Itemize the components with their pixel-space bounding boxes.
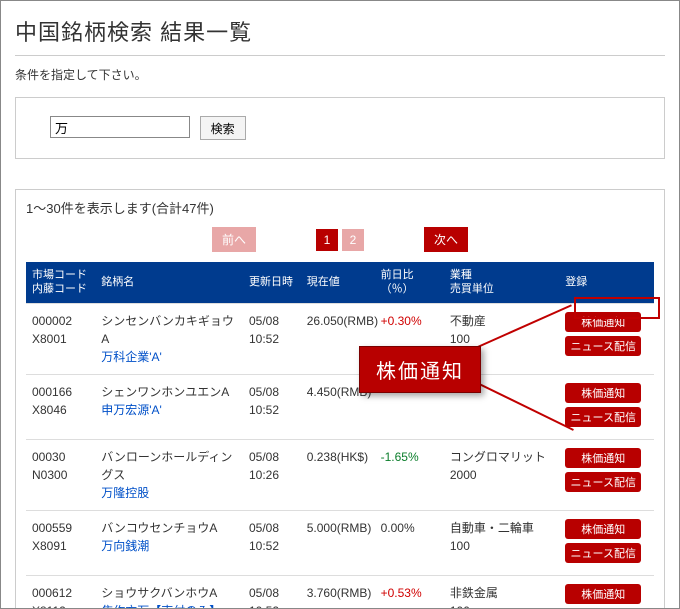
- stock-link[interactable]: 焦作方万【売付のみ】: [101, 604, 221, 609]
- cell-reg: 株価通知ニュース配信: [559, 374, 654, 439]
- table-row: 000559X8091バンコウセンチョウA万向銭潮05/08 10:525.00…: [26, 510, 654, 575]
- search-input[interactable]: [50, 116, 190, 138]
- stock-link[interactable]: 万科企業'A': [101, 350, 162, 364]
- news-alert-button[interactable]: ニュース配信: [565, 472, 641, 492]
- table-row: 000002X8001シンセンバンカキギョウA万科企業'A'05/08 10:5…: [26, 303, 654, 374]
- stock-link[interactable]: 万向銭潮: [101, 539, 149, 553]
- cell-sector: 自動車・二輪車100: [444, 510, 559, 575]
- search-panel: 検索: [15, 97, 665, 159]
- cell-code: 000612X8112: [26, 575, 95, 609]
- instruction-text: 条件を指定して下さい。: [15, 66, 665, 83]
- cell-name: ショウサクバンホウA焦作方万【売付のみ】: [95, 575, 243, 609]
- cell-code: 000559X8091: [26, 510, 95, 575]
- th-name: 銘柄名: [95, 262, 243, 303]
- th-diff: 前日比（％）: [375, 262, 444, 303]
- cell-date: 05/08 10:52: [243, 303, 301, 374]
- cell-diff: +0.30%: [375, 303, 444, 374]
- cell-price: 26.050(RMB): [301, 303, 375, 374]
- table-row: 000166X8046シェンワンホンユエンA申万宏源'A'05/08 10:52…: [26, 374, 654, 439]
- cell-code: 000166X8046: [26, 374, 95, 439]
- cell-price: 3.760(RMB): [301, 575, 375, 609]
- cell-reg: 株価通知ニュース配信: [559, 575, 654, 609]
- th-date: 更新日時: [243, 262, 301, 303]
- pager-pages: 1 2: [316, 229, 364, 251]
- cell-name: バンコウセンチョウA万向銭潮: [95, 510, 243, 575]
- cell-date: 05/08 10:52: [243, 374, 301, 439]
- cell-price: 4.450(RMB): [301, 374, 375, 439]
- price-alert-button[interactable]: 株価通知: [565, 584, 641, 604]
- cell-price: 5.000(RMB): [301, 510, 375, 575]
- th-price: 現在値: [301, 262, 375, 303]
- news-alert-button[interactable]: ニュース配信: [565, 543, 641, 563]
- th-sector: 業種 売買単位: [444, 262, 559, 303]
- results-table: 市場コード 内藤コード 銘柄名 更新日時 現在値 前日比（％） 業種 売買単位 …: [26, 262, 654, 609]
- price-alert-button[interactable]: 株価通知: [565, 312, 641, 332]
- cell-price: 0.238(HK$): [301, 439, 375, 510]
- cell-date: 05/08 10:52: [243, 575, 301, 609]
- pager-next[interactable]: 次へ: [424, 227, 468, 252]
- cell-date: 05/08 10:26: [243, 439, 301, 510]
- cell-diff: -1.65%: [375, 439, 444, 510]
- stock-link[interactable]: 万隆控股: [101, 486, 149, 500]
- cell-reg: 株価通知ニュース配信: [559, 510, 654, 575]
- price-alert-button[interactable]: 株価通知: [565, 448, 641, 468]
- results-summary: 1～30件を表示します(合計47件): [26, 198, 654, 217]
- cell-diff: [375, 374, 444, 439]
- th-code: 市場コード 内藤コード: [26, 262, 95, 303]
- cell-sector: [444, 374, 559, 439]
- cell-reg: 株価通知ニュース配信: [559, 439, 654, 510]
- price-alert-button[interactable]: 株価通知: [565, 383, 641, 403]
- cell-code: 000002X8001: [26, 303, 95, 374]
- table-row: 000612X8112ショウサクバンホウA焦作方万【売付のみ】05/08 10:…: [26, 575, 654, 609]
- cell-diff: +0.53%: [375, 575, 444, 609]
- cell-sector: 非鉄金属100: [444, 575, 559, 609]
- news-alert-button[interactable]: ニュース配信: [565, 336, 641, 356]
- results-panel: 1～30件を表示します(合計47件) 前へ 1 2 次へ 市場コード 内藤コード…: [15, 189, 665, 609]
- cell-sector: 不動産100: [444, 303, 559, 374]
- cell-reg: 株価通知ニュース配信: [559, 303, 654, 374]
- cell-name: バンローンホールディングス万隆控股: [95, 439, 243, 510]
- cell-sector: コングロマリット2000: [444, 439, 559, 510]
- search-button[interactable]: 検索: [200, 116, 246, 140]
- table-row: 00030N0300バンローンホールディングス万隆控股05/08 10:260.…: [26, 439, 654, 510]
- cell-diff: 0.00%: [375, 510, 444, 575]
- news-alert-button[interactable]: ニュース配信: [565, 407, 641, 427]
- pager-page-2[interactable]: 2: [342, 229, 364, 251]
- cell-name: シンセンバンカキギョウA万科企業'A': [95, 303, 243, 374]
- pager: 前へ 1 2 次へ: [26, 227, 654, 252]
- cell-name: シェンワンホンユエンA申万宏源'A': [95, 374, 243, 439]
- cell-code: 00030N0300: [26, 439, 95, 510]
- cell-date: 05/08 10:52: [243, 510, 301, 575]
- th-reg: 登録: [559, 262, 654, 303]
- stock-link[interactable]: 申万宏源'A': [101, 403, 162, 417]
- pager-prev[interactable]: 前へ: [212, 227, 256, 252]
- price-alert-button[interactable]: 株価通知: [565, 519, 641, 539]
- pager-page-1[interactable]: 1: [316, 229, 338, 251]
- page-title: 中国銘柄検索 結果一覧: [15, 11, 665, 56]
